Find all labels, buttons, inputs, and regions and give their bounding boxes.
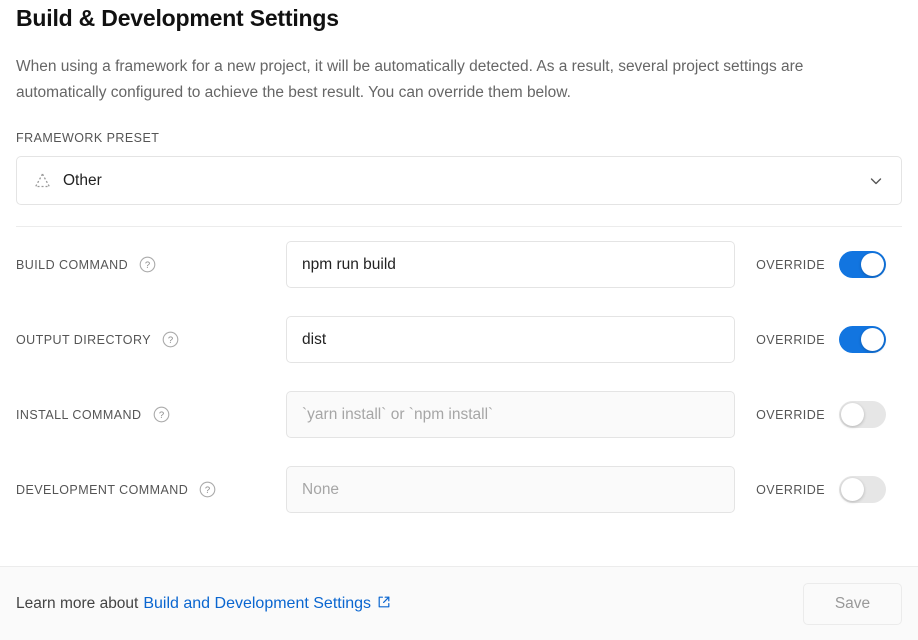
setting-row-build-command: BUILD COMMAND ? OVERRIDE <box>16 227 902 302</box>
development-command-override-toggle[interactable] <box>839 476 886 503</box>
row-override-group: OVERRIDE <box>735 401 902 428</box>
toggle-knob <box>841 403 864 426</box>
learn-more-text: Learn more about <box>16 594 139 612</box>
build-development-settings-panel: Build & Development Settings When using … <box>0 0 918 640</box>
build-command-override-label: OVERRIDE <box>756 257 825 272</box>
row-label-group: DEVELOPMENT COMMAND ? <box>16 481 286 498</box>
development-command-override-label: OVERRIDE <box>756 482 825 497</box>
build-command-label: BUILD COMMAND <box>16 257 129 272</box>
question-circle-icon[interactable]: ? <box>199 481 216 498</box>
row-input-group <box>286 316 735 363</box>
toggle-knob <box>841 478 864 501</box>
link-label: Build and Development Settings <box>143 594 372 612</box>
panel-footer: Learn more about Build and Development S… <box>0 566 918 640</box>
setting-row-install-command: INSTALL COMMAND ? OVERRIDE <box>16 377 902 452</box>
output-directory-override-toggle[interactable] <box>839 326 886 353</box>
install-command-override-toggle[interactable] <box>839 401 886 428</box>
question-circle-icon[interactable]: ? <box>153 406 170 423</box>
svg-text:?: ? <box>158 410 163 421</box>
development-command-label: DEVELOPMENT COMMAND <box>16 482 189 497</box>
output-directory-input[interactable] <box>286 316 735 363</box>
setting-row-development-command: DEVELOPMENT COMMAND ? OVERRIDE <box>16 452 902 527</box>
row-input-group <box>286 391 735 438</box>
dashed-triangle-icon <box>34 172 51 189</box>
toggle-knob <box>861 253 884 276</box>
row-input-group <box>286 466 735 513</box>
row-override-group: OVERRIDE <box>735 476 902 503</box>
row-label-group: OUTPUT DIRECTORY ? <box>16 331 286 348</box>
save-button[interactable]: Save <box>803 582 902 625</box>
output-directory-override-label: OVERRIDE <box>756 332 825 347</box>
row-override-group: OVERRIDE <box>735 326 902 353</box>
external-link-icon <box>377 595 391 609</box>
framework-preset-value: Other <box>63 171 102 189</box>
build-command-override-toggle[interactable] <box>839 251 886 278</box>
build-and-development-settings-link[interactable]: Build and Development Settings <box>143 595 391 613</box>
setting-row-output-directory: OUTPUT DIRECTORY ? OVERRIDE <box>16 302 902 377</box>
svg-text:?: ? <box>168 335 173 346</box>
build-command-input[interactable] <box>286 241 735 288</box>
framework-preset-select[interactable]: Other <box>16 156 902 205</box>
install-command-input[interactable] <box>286 391 735 438</box>
toggle-knob <box>861 328 884 351</box>
page-description: When using a framework for a new project… <box>16 58 804 101</box>
question-circle-icon[interactable]: ? <box>139 256 156 273</box>
framework-preset-label: FRAMEWORK PRESET <box>16 131 160 145</box>
install-command-override-label: OVERRIDE <box>756 407 825 422</box>
settings-rows: BUILD COMMAND ? OVERRIDE <box>16 227 902 527</box>
row-input-group <box>286 241 735 288</box>
output-directory-label: OUTPUT DIRECTORY <box>16 332 151 347</box>
install-command-label: INSTALL COMMAND <box>16 407 142 422</box>
settings-content: Build & Development Settings When using … <box>0 0 918 527</box>
page-title: Build & Development Settings <box>16 5 339 31</box>
development-command-input[interactable] <box>286 466 735 513</box>
svg-text:?: ? <box>205 485 210 496</box>
svg-text:?: ? <box>145 260 150 271</box>
row-override-group: OVERRIDE <box>735 251 902 278</box>
question-circle-icon[interactable]: ? <box>162 331 179 348</box>
chevron-down-icon <box>868 173 884 189</box>
row-label-group: BUILD COMMAND ? <box>16 256 286 273</box>
row-label-group: INSTALL COMMAND ? <box>16 406 286 423</box>
